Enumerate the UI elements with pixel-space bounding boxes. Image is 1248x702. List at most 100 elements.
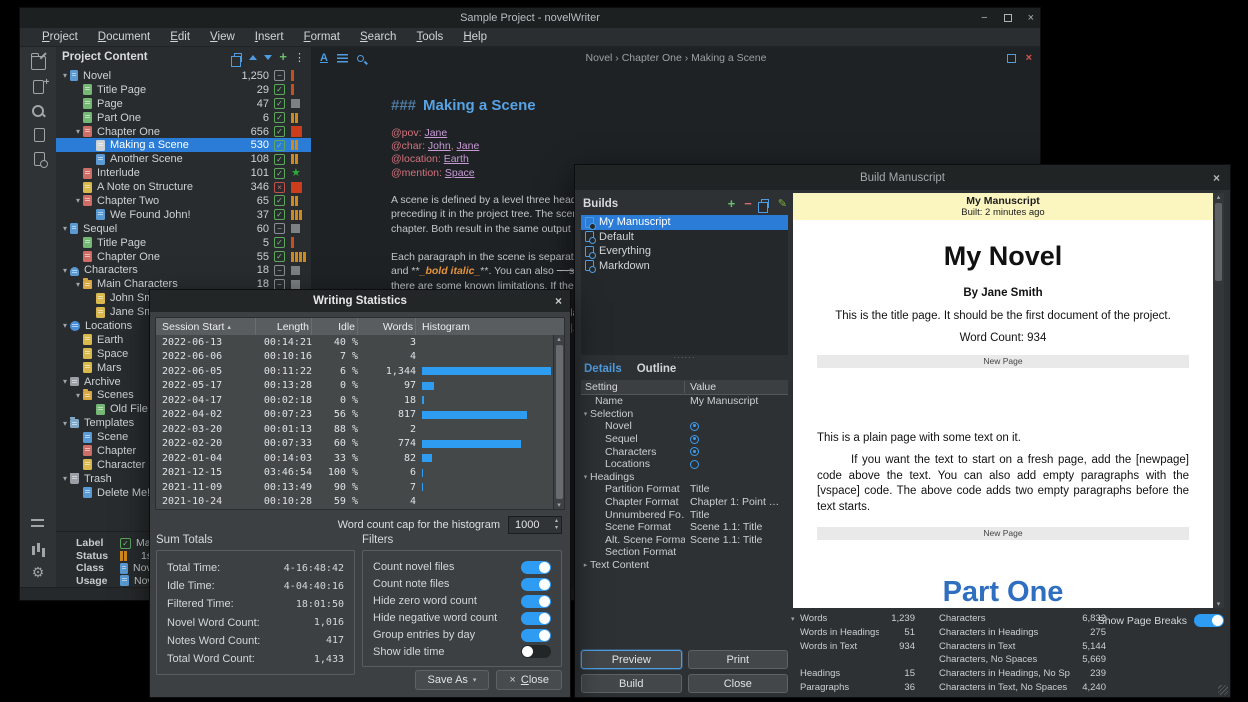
preview-button[interactable]: Preview [581, 650, 682, 669]
stats-table-row[interactable]: 2021-11-0900:13:4990 %7 [156, 480, 553, 495]
col-session-start[interactable]: Session Start ▴ [156, 318, 256, 335]
scroll-up-icon[interactable]: ▴ [557, 335, 561, 343]
stats-table-row[interactable]: 2021-10-2400:10:2859 %4 [156, 495, 553, 510]
scroll-thumb[interactable] [1215, 203, 1222, 281]
more-menu-icon[interactable]: ⋮ [294, 51, 305, 64]
meta-tag-link[interactable]: Space [445, 167, 475, 179]
novel-view-icon[interactable] [33, 80, 44, 94]
search-icon[interactable] [31, 104, 46, 118]
tree-item[interactable]: Interlude101✓★ [56, 166, 311, 180]
expander-icon[interactable]: ▾ [60, 377, 70, 386]
tree-item[interactable]: A Note on Structure346× [56, 180, 311, 194]
document-icon[interactable] [34, 128, 45, 142]
stats-table-row[interactable]: 2022-04-1700:02:180 %18 [156, 393, 553, 408]
tree-item[interactable]: ▾Characters18− [56, 263, 311, 277]
build-list-item[interactable]: My Manuscript [581, 215, 788, 230]
setting-row[interactable]: ▾Headings [581, 471, 788, 484]
tree-item[interactable]: ▾Novel1,250− [56, 69, 311, 83]
expander-icon[interactable]: ▾ [73, 391, 83, 400]
tab-details[interactable]: Details [584, 363, 622, 375]
expander-icon[interactable]: ▾ [73, 127, 83, 136]
radio-on-icon[interactable] [690, 447, 699, 456]
setting-row[interactable]: ▾Selection [581, 408, 788, 421]
menu-edit[interactable]: Edit [160, 31, 200, 43]
menu-tools[interactable]: Tools [406, 31, 453, 43]
build-button[interactable]: Build [581, 674, 682, 693]
scroll-up-icon[interactable]: ▴ [1217, 193, 1221, 201]
radio-on-icon[interactable] [690, 435, 699, 444]
expander-icon[interactable]: ▾ [60, 266, 70, 275]
tree-item[interactable]: ▾Chapter Two65✓ [56, 194, 311, 208]
maximize-icon[interactable] [1004, 14, 1012, 22]
build-close-icon[interactable]: × [1213, 171, 1220, 185]
expander-icon[interactable]: ▾ [60, 224, 70, 233]
duplicate-icon[interactable] [234, 53, 242, 62]
outline-icon[interactable] [31, 517, 46, 531]
menu-view[interactable]: View [200, 31, 245, 43]
expander-icon[interactable]: ▾ [60, 474, 70, 483]
build-list-item[interactable]: Default [581, 230, 788, 245]
setting-row[interactable]: Locations [581, 458, 788, 471]
build-titlebar[interactable]: Build Manuscript × [575, 165, 1230, 190]
toggle-hide-zero-word-count[interactable] [521, 595, 551, 608]
menu-search[interactable]: Search [350, 31, 406, 43]
move-up-icon[interactable] [249, 55, 257, 60]
splitter-handle[interactable]: ······ [581, 355, 788, 361]
cap-spinbox[interactable]: 1000 ▴▾ [508, 516, 562, 534]
stats-table-row[interactable]: 2022-06-1300:14:2140 %3 [156, 335, 553, 350]
tree-item[interactable]: Part One6✓ [56, 111, 311, 125]
radio-on-icon[interactable] [690, 422, 699, 431]
expander-icon[interactable]: ▸ [581, 561, 590, 569]
build-list-item[interactable]: Markdown [581, 259, 788, 274]
preview-page[interactable]: My Novel By Jane Smith This is the title… [793, 220, 1213, 608]
expander-icon[interactable]: ▾ [60, 71, 70, 80]
main-titlebar[interactable]: Sample Project - novelWriter − × [20, 8, 1040, 28]
build-list-item[interactable]: Everything [581, 244, 788, 259]
stats-table-row[interactable]: 2022-01-0400:14:0333 %82 [156, 451, 553, 466]
tree-item[interactable]: Title Page5✓ [56, 236, 311, 250]
col-idle[interactable]: Idle [312, 318, 358, 335]
save-as-button[interactable]: Save As▾ [415, 670, 490, 690]
toggle-group-entries-by-day[interactable] [521, 629, 551, 642]
focus-mode-icon[interactable] [1007, 54, 1016, 63]
tree-item[interactable]: ▾Chapter One656✓ [56, 125, 311, 139]
col-histogram[interactable]: Histogram [416, 318, 553, 335]
expander-icon[interactable]: ▾ [73, 196, 83, 205]
menu-project[interactable]: Project [32, 31, 88, 43]
setting-row[interactable]: Alt. Scene FormatScene 1.1: Title [581, 534, 788, 547]
spin-arrows-icon[interactable]: ▴▾ [555, 518, 558, 532]
setting-row[interactable]: Novel [581, 420, 788, 433]
settings-gear-icon[interactable]: ⚙ [31, 565, 46, 579]
stats-table-row[interactable]: 2022-04-0200:07:2356 %817 [156, 408, 553, 423]
toggle-count-note-files[interactable] [521, 578, 551, 591]
setting-row[interactable]: Sequel [581, 433, 788, 446]
move-down-icon[interactable] [264, 55, 272, 60]
col-length[interactable]: Length [256, 318, 312, 335]
setting-row[interactable]: Section Format [581, 546, 788, 559]
setting-row[interactable]: Characters [581, 445, 788, 458]
scroll-down-icon[interactable]: ▾ [1217, 600, 1221, 608]
tree-item[interactable]: We Found John!37✓ [56, 208, 311, 222]
menu-insert[interactable]: Insert [245, 31, 294, 43]
stats-titlebar[interactable]: Writing Statistics × [150, 290, 570, 312]
writing-stats-icon[interactable] [31, 541, 46, 555]
setting-row[interactable]: Scene FormatScene 1.1: Title [581, 521, 788, 534]
menu-document[interactable]: Document [88, 31, 160, 43]
expander-icon[interactable]: ▾ [581, 473, 590, 481]
table-scrollbar[interactable]: ▴ ▾ [553, 335, 564, 509]
tree-item[interactable]: Title Page29✓ [56, 83, 311, 97]
stats-table-row[interactable]: 2022-05-1700:13:280 %97 [156, 379, 553, 394]
tree-item[interactable]: Page47✓ [56, 97, 311, 111]
add-item-icon[interactable]: + [279, 51, 287, 63]
expander-icon[interactable]: ▾ [581, 410, 590, 418]
expander-icon[interactable]: ▾ [60, 419, 70, 428]
minimize-icon[interactable]: − [981, 12, 987, 24]
duplicate-build-icon[interactable] [761, 199, 769, 208]
meta-tag-link[interactable]: Jane [424, 127, 447, 139]
scroll-down-icon[interactable]: ▾ [557, 501, 561, 509]
editor-search-icon[interactable] [357, 55, 364, 62]
stats-close-button[interactable]: ×Close [496, 670, 562, 690]
expander-icon[interactable]: ▾ [60, 321, 70, 330]
tree-item[interactable]: ▾Sequel60− [56, 222, 311, 236]
setting-row[interactable]: NameMy Manuscript [581, 395, 788, 408]
